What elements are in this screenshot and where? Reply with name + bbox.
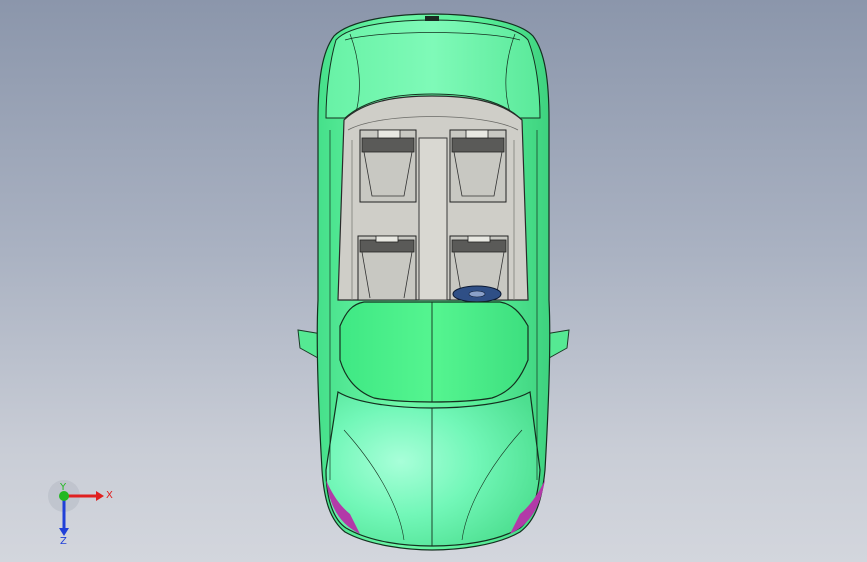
- windshield[interactable]: [339, 301, 529, 403]
- z-axis-arrow: [59, 528, 69, 536]
- rear-right-seat[interactable]: [449, 129, 507, 203]
- coordinate-triad: X Y Z: [44, 476, 124, 547]
- hood[interactable]: [325, 391, 541, 547]
- z-axis-label: Z: [60, 536, 67, 546]
- car-model[interactable]: [0, 0, 867, 562]
- graphics-viewport[interactable]: X Y Z: [0, 0, 867, 562]
- front-left-seat[interactable]: [357, 235, 417, 301]
- rear-emblem: [425, 16, 439, 21]
- rear-left-seat[interactable]: [359, 129, 417, 203]
- x-axis-arrow: [96, 491, 104, 501]
- y-axis-label: Y: [59, 482, 67, 493]
- center-console: [418, 137, 448, 301]
- x-axis-label: X: [106, 490, 113, 501]
- steering-wheel[interactable]: [452, 285, 502, 303]
